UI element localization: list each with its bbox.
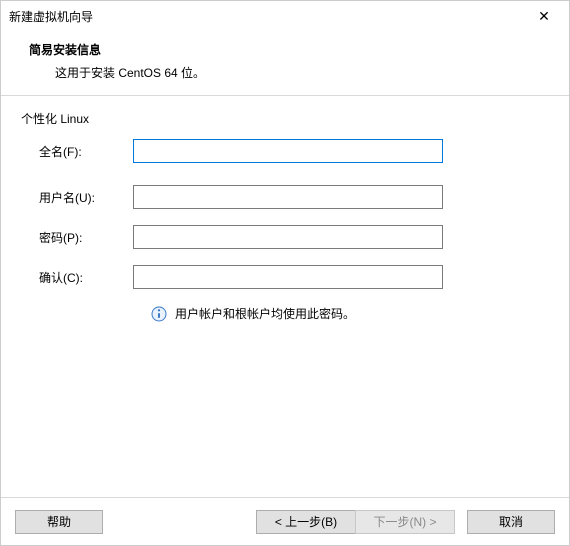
input-username[interactable]: [133, 185, 443, 209]
window-title: 新建虚拟机向导: [9, 8, 523, 25]
section-title: 个性化 Linux: [21, 110, 549, 127]
wizard-content: 个性化 Linux 全名(F): 用户名(U): 密码(P): 确认(C): 用…: [1, 96, 569, 497]
row-password: 密码(P):: [21, 225, 549, 249]
input-confirm[interactable]: [133, 265, 443, 289]
wizard-header-title: 简易安装信息: [29, 41, 551, 58]
row-username: 用户名(U):: [21, 185, 549, 209]
row-confirm: 确认(C):: [21, 265, 549, 289]
back-button[interactable]: < 上一步(B): [256, 510, 356, 534]
info-icon: [151, 306, 167, 322]
wizard-window: 新建虚拟机向导 ✕ 简易安装信息 这用于安装 CentOS 64 位。 个性化 …: [0, 0, 570, 546]
cancel-button[interactable]: 取消: [467, 510, 555, 534]
input-password[interactable]: [133, 225, 443, 249]
wizard-header-subtitle: 这用于安装 CentOS 64 位。: [55, 64, 551, 81]
label-username: 用户名(U):: [21, 189, 133, 206]
label-confirm: 确认(C):: [21, 269, 133, 286]
info-row: 用户帐户和根帐户均使用此密码。: [151, 305, 549, 322]
wizard-footer: 帮助 < 上一步(B) 下一步(N) > 取消: [1, 497, 569, 545]
close-icon: ✕: [538, 9, 550, 23]
label-fullname: 全名(F):: [21, 143, 133, 160]
info-text: 用户帐户和根帐户均使用此密码。: [175, 305, 355, 322]
input-fullname[interactable]: [133, 139, 443, 163]
row-fullname: 全名(F):: [21, 139, 549, 163]
wizard-header: 简易安装信息 这用于安装 CentOS 64 位。: [1, 31, 569, 95]
next-button: 下一步(N) >: [355, 510, 455, 534]
label-password: 密码(P):: [21, 229, 133, 246]
close-button[interactable]: ✕: [523, 2, 565, 30]
help-button[interactable]: 帮助: [15, 510, 103, 534]
titlebar: 新建虚拟机向导 ✕: [1, 1, 569, 31]
